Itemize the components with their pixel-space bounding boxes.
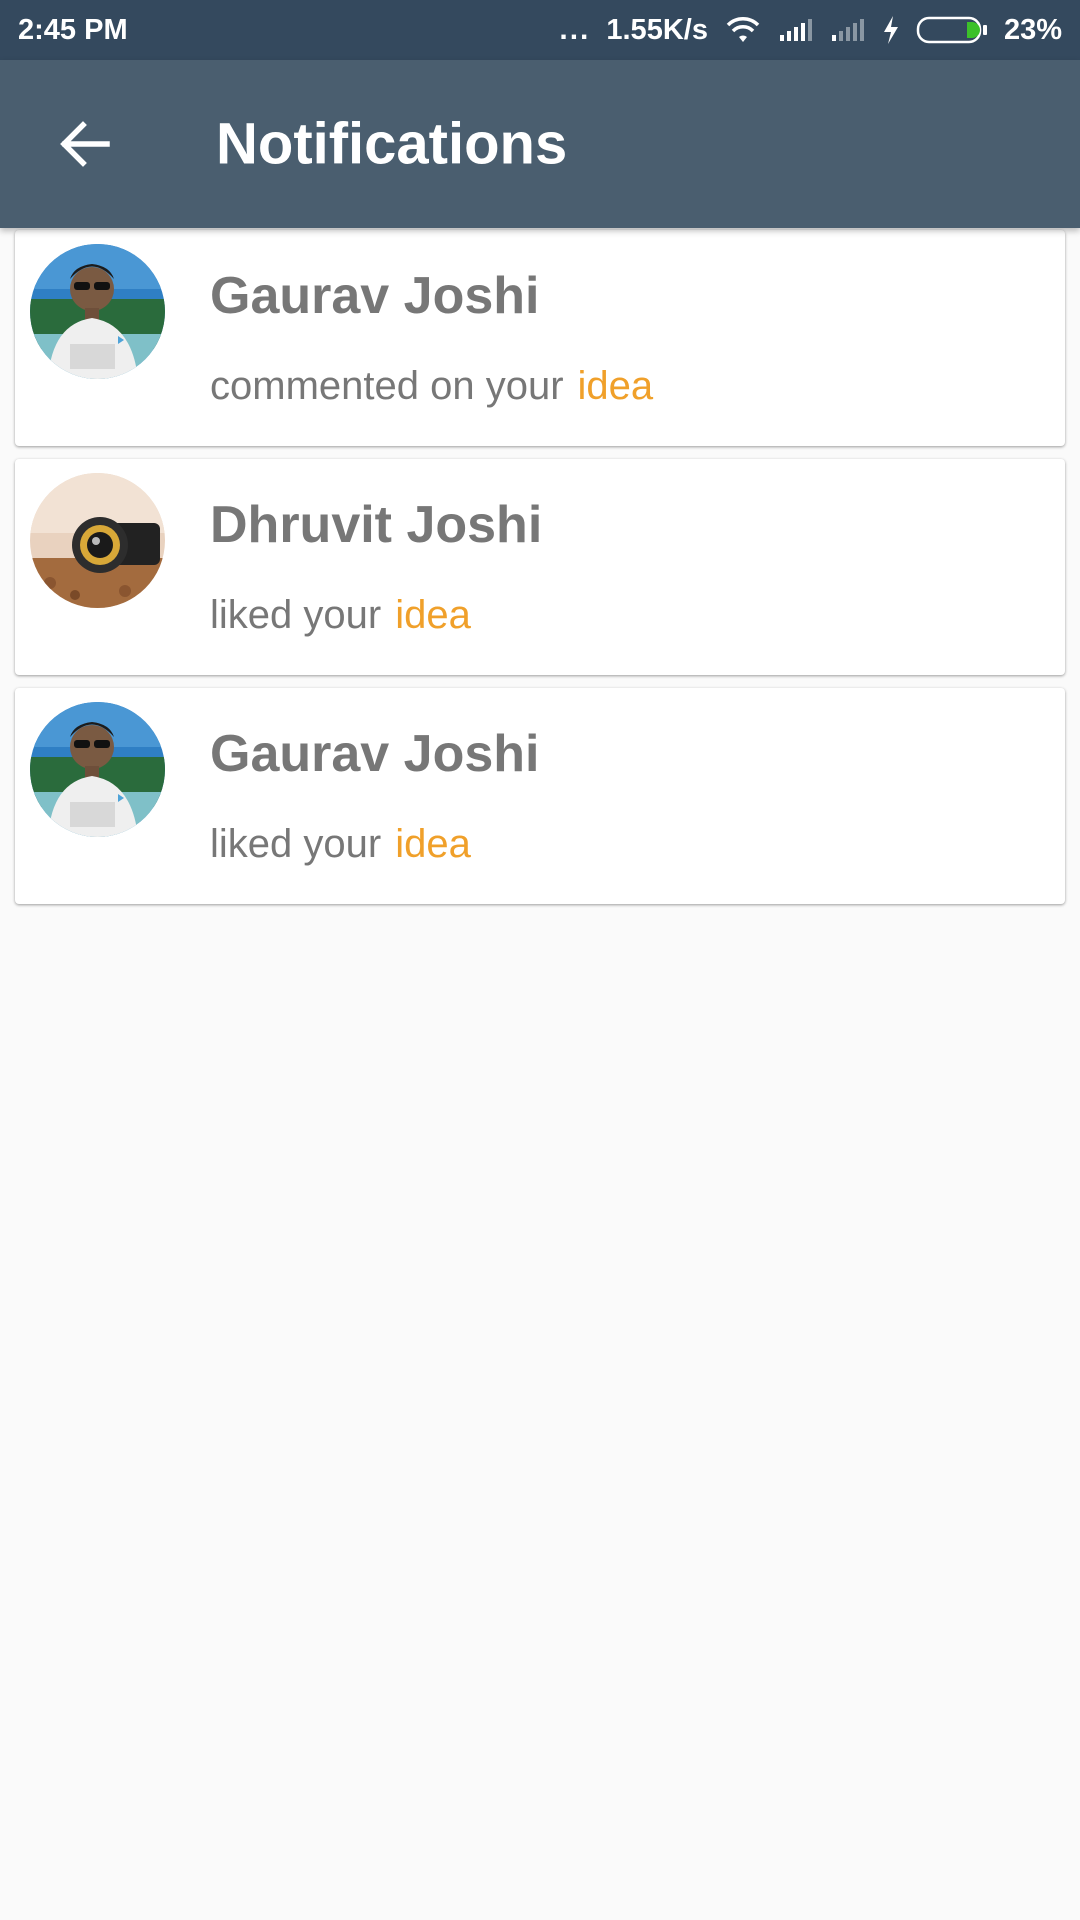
signal-icon-2 (830, 17, 866, 43)
status-icons: ... 1.55K/s 23% (559, 14, 1062, 47)
network-speed: 1.55K/s (606, 13, 708, 46)
notification-user-name[interactable]: Dhruvit Joshi (210, 495, 542, 555)
battery-percent: 23% (1003, 13, 1062, 46)
wifi-icon (724, 16, 762, 44)
notification-message: liked your idea (210, 593, 471, 638)
status-bar: 2:45 PM ... 1.55K/s 23% (0, 0, 1080, 60)
notification-action-text: liked your (210, 822, 382, 866)
back-button[interactable] (50, 109, 120, 179)
notification-message: liked your idea (210, 822, 471, 867)
charging-icon (882, 15, 900, 45)
notification-action-text: commented on your (210, 364, 564, 408)
notification-item[interactable]: Gaurav Joshi commented on your idea (15, 230, 1065, 446)
notification-user-name[interactable]: Gaurav Joshi (210, 724, 539, 784)
notification-item[interactable]: Dhruvit Joshi liked your idea (15, 459, 1065, 675)
avatar[interactable] (30, 702, 165, 837)
signal-icon-1 (778, 17, 814, 43)
idea-link[interactable]: idea (395, 593, 471, 637)
notification-action-text: liked your (210, 593, 382, 637)
idea-link[interactable]: idea (395, 822, 471, 866)
notification-user-name[interactable]: Gaurav Joshi (210, 266, 539, 326)
more-notifications-icon: ... (559, 13, 591, 46)
app-bar: Notifications (0, 60, 1080, 228)
notification-item[interactable]: Gaurav Joshi liked your idea (15, 688, 1065, 904)
notification-list: Gaurav Joshi commented on your idea Dhruv… (15, 230, 1065, 917)
battery-icon (916, 15, 988, 45)
status-time: 2:45 PM (18, 13, 128, 46)
avatar[interactable] (30, 473, 165, 608)
notification-message: commented on your idea (210, 364, 653, 409)
arrow-left-icon (60, 121, 110, 167)
avatar[interactable] (30, 244, 165, 379)
idea-link[interactable]: idea (578, 364, 654, 408)
page-title: Notifications (216, 111, 568, 177)
